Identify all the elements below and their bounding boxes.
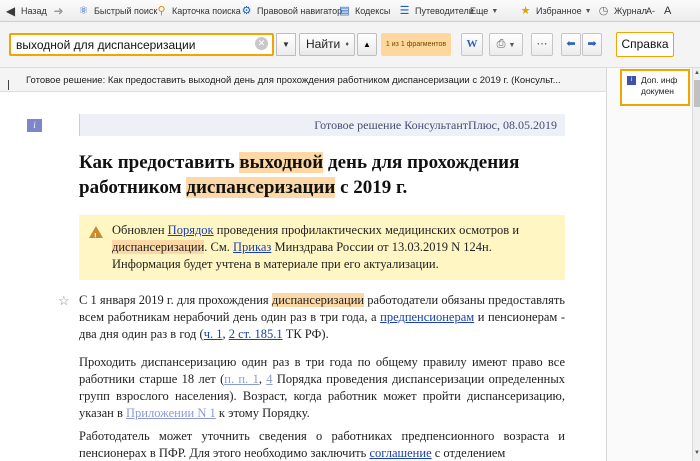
heading-text: Как предоставить <box>79 152 240 173</box>
procedure-link[interactable]: Порядок <box>168 223 214 237</box>
help-button[interactable]: Справка <box>616 32 674 57</box>
search-highlight: диспансеризации <box>112 240 205 254</box>
paragraph-text: С 1 января 2019 г. для прохождения <box>79 293 272 307</box>
guides-icon: ☰ <box>399 4 410 17</box>
word-icon: W <box>466 38 478 50</box>
document-body[interactable]: i Готовое решение КонсультантПлюс, 08.05… <box>0 92 606 461</box>
find-up-button[interactable]: ▲ <box>357 33 377 56</box>
next-document-button[interactable]: ➡ <box>582 33 602 56</box>
clock-icon: ◷ <box>598 4 609 17</box>
bookmark-star-icon[interactable]: ☆ <box>58 293 70 309</box>
pre-pensioners-link[interactable]: предпенсионерам <box>380 310 474 324</box>
notice-text: . См. <box>204 240 234 254</box>
more-menu-button[interactable]: Еще ▼ <box>470 4 498 18</box>
document-heading: Как предоставить выходной день для прохо… <box>79 150 569 200</box>
font-increase-button[interactable]: A <box>664 4 671 18</box>
heading-text: с 2019 г. <box>335 177 408 198</box>
guides-button[interactable]: ☰ Путеводители <box>398 4 474 18</box>
search-history-dropdown[interactable]: ▼ <box>276 33 296 56</box>
ellipsis-icon: ⋯ <box>536 38 548 50</box>
back-arrow-icon: ◀ <box>5 3 16 18</box>
notice-text: Обновлен <box>112 223 168 237</box>
paragraph-text: ТК РФ). <box>282 327 329 341</box>
font-decrease-label: A- <box>646 6 655 16</box>
agreement-link[interactable]: соглашение <box>369 446 431 460</box>
info-icon[interactable]: i <box>27 119 42 132</box>
scroll-down-icon[interactable]: ▼ <box>694 450 700 456</box>
main-toolbar: ◀ Назад ➜ ⚛ Быстрый поиск ⚲ Карточка пои… <box>0 0 700 22</box>
card-line: Доп. инф <box>641 75 678 85</box>
export-word-button[interactable]: W <box>461 33 483 56</box>
more-options-button[interactable]: ⋯ <box>531 33 553 56</box>
procedure-clause-1-link[interactable]: п. п. 1 <box>224 372 259 386</box>
quick-search-button[interactable]: ⚛ Быстрый поиск <box>77 4 158 18</box>
find-button[interactable]: Найти ♦ <box>299 33 355 56</box>
notice-text: проведения профилактических медицинских … <box>213 223 520 237</box>
scrollbar-thumb[interactable] <box>694 80 700 107</box>
print-button[interactable]: ⎙ ▼ <box>489 33 523 56</box>
order-link[interactable]: Приказ <box>233 240 271 254</box>
search-card-label: Карточка поиска <box>172 6 241 16</box>
clear-icon[interactable]: ✕ <box>255 37 268 50</box>
paragraph: С 1 января 2019 г. для прохождения диспа… <box>79 292 565 343</box>
legal-navigator-label: Правовой навигатор <box>257 6 343 16</box>
search-highlight: диспансеризации <box>271 293 365 307</box>
search-input[interactable]: выходной для диспансеризации <box>9 33 274 56</box>
search-highlight: выходной <box>239 152 324 173</box>
journal-button[interactable]: ◷ Журнал <box>597 4 647 18</box>
find-down-chevron-icon: ♦ <box>345 41 349 48</box>
paragraph-text: к этому Порядку. <box>215 406 310 420</box>
additional-info-card[interactable]: i Доп. инф докумен <box>620 69 690 106</box>
document-source: Готовое решение КонсультантПлюс, 08.05.2… <box>79 114 565 136</box>
printer-icon: ⎙ <box>496 38 506 50</box>
found-count-badge: 1 из 1 фрагментов <box>381 33 451 56</box>
paragraph: Проходить диспансеризацию один раз в три… <box>79 354 565 422</box>
scroll-up-icon[interactable]: ▲ <box>694 70 700 76</box>
right-sidebar: i Доп. инф докумен ▲ ▼ <box>606 68 700 461</box>
arrow-left-icon: ⬅ <box>566 38 576 50</box>
codes-button[interactable]: ▤ Кодексы <box>338 4 390 18</box>
journal-label: Журнал <box>614 6 647 16</box>
font-decrease-button[interactable]: A- <box>646 4 655 18</box>
vertical-scrollbar[interactable]: ▲ ▼ <box>692 68 700 461</box>
paragraph: Работодатель может уточнить сведения о р… <box>79 428 565 461</box>
favorites-label: Избранное <box>536 6 582 16</box>
forward-button[interactable]: ➜ <box>52 4 69 18</box>
text-cursor-icon <box>8 80 10 90</box>
document-title-strip: Готовое решение: Как предоставить выходн… <box>0 68 606 92</box>
info-square-icon: i <box>627 76 636 85</box>
quick-search-icon: ⚛ <box>78 4 89 17</box>
codes-label: Кодексы <box>355 6 391 16</box>
appendix-1-link[interactable]: Приложении N 1 <box>126 406 216 420</box>
search-toolbar: выходной для диспансеризации ✕ ▼ Найти ♦… <box>0 22 700 68</box>
quick-search-label: Быстрый поиск <box>94 6 158 16</box>
codes-book-icon: ▤ <box>339 4 350 17</box>
chevron-down-icon: ▼ <box>491 7 499 15</box>
back-button[interactable]: ◀ Назад <box>4 4 47 18</box>
legal-navigator-button[interactable]: ⚙ Правовой навигатор <box>240 4 343 18</box>
favorites-button[interactable]: ★ Избранное ▼ <box>519 4 592 18</box>
document-title: Готовое решение: Как предоставить выходн… <box>26 75 561 86</box>
card-line: докумен <box>641 86 674 96</box>
law-article-185-link[interactable]: 2 ст. 185.1 <box>229 327 283 341</box>
search-card-icon: ⚲ <box>157 4 166 17</box>
chevron-down-icon: ▼ <box>508 42 516 49</box>
arrow-right-icon: ➡ <box>587 38 597 50</box>
back-label: Назад <box>21 6 47 16</box>
law-part-1-link[interactable]: ч. 1 <box>204 327 223 341</box>
prev-document-button[interactable]: ⬅ <box>561 33 581 56</box>
find-label: Найти <box>306 37 341 51</box>
paragraph-text: с отделением <box>431 446 506 460</box>
forward-arrow-icon: ➜ <box>53 3 64 18</box>
chevron-down-icon: ▼ <box>584 7 592 15</box>
guides-label: Путеводители <box>415 6 474 16</box>
star-icon: ★ <box>520 4 531 17</box>
legal-navigator-icon: ⚙ <box>241 4 252 17</box>
update-notice: ! Обновлен Порядок проведения профилакти… <box>79 215 565 280</box>
search-highlight: диспансеризации <box>186 177 336 198</box>
search-card-button[interactable]: ⚲ Карточка поиска <box>155 4 241 18</box>
warning-icon: ! <box>89 226 103 241</box>
font-increase-label: A <box>664 5 672 17</box>
more-label: Еще <box>470 6 489 16</box>
